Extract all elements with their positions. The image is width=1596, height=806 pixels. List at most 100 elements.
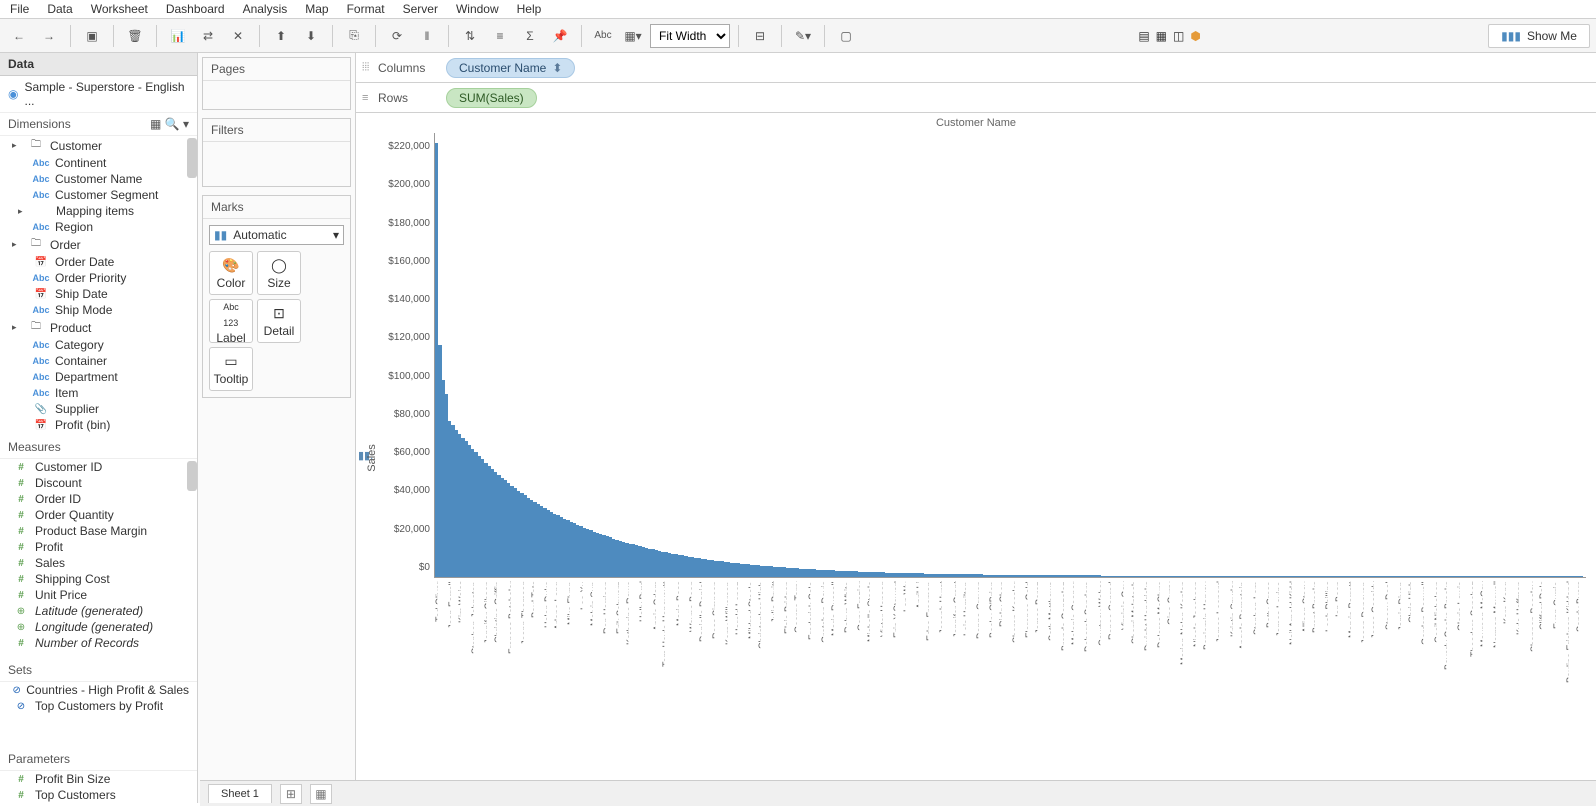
measure-field[interactable]: #Number of Records <box>0 635 197 651</box>
dim-field[interactable]: AbcRegion <box>0 219 197 235</box>
fit-dropdown[interactable]: Fit Width <box>650 24 730 48</box>
dim-field[interactable]: AbcCustomer Name <box>0 171 197 187</box>
rows-shelf[interactable]: ≡Rows SUM(Sales) <box>356 83 1596 113</box>
presentation-icon[interactable]: ▢ <box>833 23 859 49</box>
set-field[interactable]: ⊘Top Customers by Profit <box>0 698 197 714</box>
totals-icon[interactable]: Σ <box>517 23 543 49</box>
show-me-button[interactable]: ▮▮▮ Show Me <box>1488 24 1590 48</box>
dim-group[interactable]: ▸🗀Product <box>0 318 197 337</box>
menu-map[interactable]: Map <box>305 2 328 16</box>
pause-icon[interactable]: ‖ <box>414 23 440 49</box>
menu-bar[interactable]: File Data Worksheet Dashboard Analysis Map For… <box>0 0 1596 19</box>
set-field[interactable]: ⊘Countries - High Profit & Sales <box>0 682 197 698</box>
delete-icon[interactable]: 🗑 <box>122 23 148 49</box>
back-icon[interactable]: ← <box>6 23 32 49</box>
measure-field[interactable]: #Profit <box>0 539 197 555</box>
dim-field[interactable]: AbcItem <box>0 385 197 401</box>
chart-add-icon[interactable]: 📊 <box>165 23 191 49</box>
measure-field[interactable]: #Order ID <box>0 491 197 507</box>
forward-icon[interactable]: → <box>36 23 62 49</box>
menu-format[interactable]: Format <box>347 2 385 16</box>
dim-field[interactable]: AbcOrder Priority <box>0 270 197 286</box>
dim-field[interactable]: AbcCategory <box>0 337 197 353</box>
measure-field[interactable]: #Unit Price <box>0 587 197 603</box>
bar[interactable] <box>1580 576 1583 577</box>
menu-help[interactable]: Help <box>517 2 542 16</box>
swap-axes-icon[interactable]: ⇅ <box>457 23 483 49</box>
measure-field[interactable]: ⊕Longitude (generated) <box>0 619 197 635</box>
parameter-field[interactable]: #Profit Bin Size <box>0 771 197 787</box>
dim-field[interactable]: 📅Profit (bin) <box>0 417 197 433</box>
columns-shelf[interactable]: ⦙⦙⦙Columns Customer Name ⬍ <box>356 53 1596 83</box>
pin-icon[interactable]: 📌 <box>547 23 573 49</box>
menu-analysis[interactable]: Analysis <box>243 2 288 16</box>
home-icon[interactable]: ⬢ <box>1190 29 1200 43</box>
abc-label-icon[interactable]: Abc <box>590 23 616 49</box>
menu-dashboard[interactable]: Dashboard <box>166 2 225 16</box>
parameters-header: Parameters <box>0 748 197 771</box>
grid-icon[interactable]: ▦ <box>1156 29 1167 43</box>
dim-group[interactable]: ▸🗀Order <box>0 235 197 254</box>
sort-bars-icon[interactable]: ≡ <box>487 23 513 49</box>
marks-card[interactable]: Marks ▮▮ Automatic ▾ 🎨Color◯SizeAbc123La… <box>202 195 351 398</box>
cards-icon[interactable]: ▤ <box>1138 29 1149 43</box>
measure-field[interactable]: #Order Quantity <box>0 507 197 523</box>
chart-clear-icon[interactable]: ✕ <box>225 23 251 49</box>
dim-group[interactable]: ▸🗀Customer <box>0 136 197 155</box>
mark-label-button[interactable]: Abc123Label <box>209 299 253 343</box>
sheet-tab-1[interactable]: Sheet 1 <box>208 784 272 803</box>
sort-icon[interactable]: ⬍ <box>552 61 562 75</box>
marks-type-dropdown[interactable]: ▮▮ Automatic ▾ <box>209 225 344 245</box>
menu-server[interactable]: Server <box>403 2 438 16</box>
measure-field[interactable]: #Customer ID <box>0 459 197 475</box>
view-icon[interactable]: ▦ <box>150 117 161 131</box>
window-icon[interactable]: ◫ <box>1173 29 1184 43</box>
measure-field[interactable]: #Shipping Cost <box>0 571 197 587</box>
chart-area: Customer Name ▮▮. Sales $0$20,000$40,000… <box>356 113 1596 803</box>
refresh-icon[interactable]: ⟳ <box>384 23 410 49</box>
dim-field[interactable]: AbcContinent <box>0 155 197 171</box>
menu-data[interactable]: Data <box>47 2 72 16</box>
mark-size-button[interactable]: ◯Size <box>257 251 301 295</box>
fix-axes-icon[interactable]: ⊟ <box>747 23 773 49</box>
dim-field[interactable]: 📅Order Date <box>0 254 197 270</box>
filters-card[interactable]: Filters <box>202 118 351 187</box>
dim-field[interactable]: 📅Ship Date <box>0 286 197 302</box>
menu-icon[interactable]: ▾ <box>183 117 189 131</box>
measure-field[interactable]: #Product Base Margin <box>0 523 197 539</box>
columns-pill[interactable]: Customer Name ⬍ <box>446 58 575 78</box>
search-icon[interactable]: 🔍 <box>165 117 180 131</box>
measure-field[interactable]: ⊕Latitude (generated) <box>0 603 197 619</box>
y-tick: $180,000 <box>374 218 430 229</box>
measure-field[interactable]: #Sales <box>0 555 197 571</box>
menu-worksheet[interactable]: Worksheet <box>91 2 148 16</box>
new-worksheet-icon[interactable]: ⊞ <box>280 784 302 804</box>
plot-area[interactable] <box>434 133 1586 578</box>
chart-swap-icon[interactable]: ⇄ <box>195 23 221 49</box>
new-dashboard-icon[interactable]: ▦ <box>310 784 332 804</box>
rows-pill[interactable]: SUM(Sales) <box>446 88 537 108</box>
sort-asc-icon[interactable]: ⬆ <box>268 23 294 49</box>
parameter-field[interactable]: #Top Customers <box>0 787 197 803</box>
pages-card[interactable]: Pages <box>202 57 351 110</box>
dim-field[interactable]: AbcCustomer Segment <box>0 187 197 203</box>
window-controls: ▤ ▦ ◫ ⬢ <box>1138 29 1209 43</box>
mark-detail-button[interactable]: ⊡Detail <box>257 299 301 343</box>
mark-color-button[interactable]: 🎨Color <box>209 251 253 295</box>
dim-field[interactable]: AbcDepartment <box>0 369 197 385</box>
measure-field[interactable]: #Discount <box>0 475 197 491</box>
x-label: Mildred Steele <box>747 581 750 761</box>
chart-type-icon[interactable]: ▦▾ <box>620 23 646 49</box>
save-icon[interactable]: ▣ <box>79 23 105 49</box>
dim-field[interactable]: AbcContainer <box>0 353 197 369</box>
dim-field[interactable]: AbcShip Mode <box>0 302 197 318</box>
mark-tooltip-button[interactable]: ▭Tooltip <box>209 347 253 391</box>
menu-window[interactable]: Window <box>456 2 499 16</box>
menu-file[interactable]: File <box>10 2 29 16</box>
highlight-icon[interactable]: ✎▾ <box>790 23 816 49</box>
group-icon[interactable]: ⎘ <box>341 23 367 49</box>
datasource-item[interactable]: ◉ Sample - Superstore - English ... <box>0 76 197 113</box>
sort-desc-icon[interactable]: ⬇ <box>298 23 324 49</box>
dim-field[interactable]: ▸Mapping items <box>0 203 197 219</box>
dim-field[interactable]: 📎Supplier <box>0 401 197 417</box>
